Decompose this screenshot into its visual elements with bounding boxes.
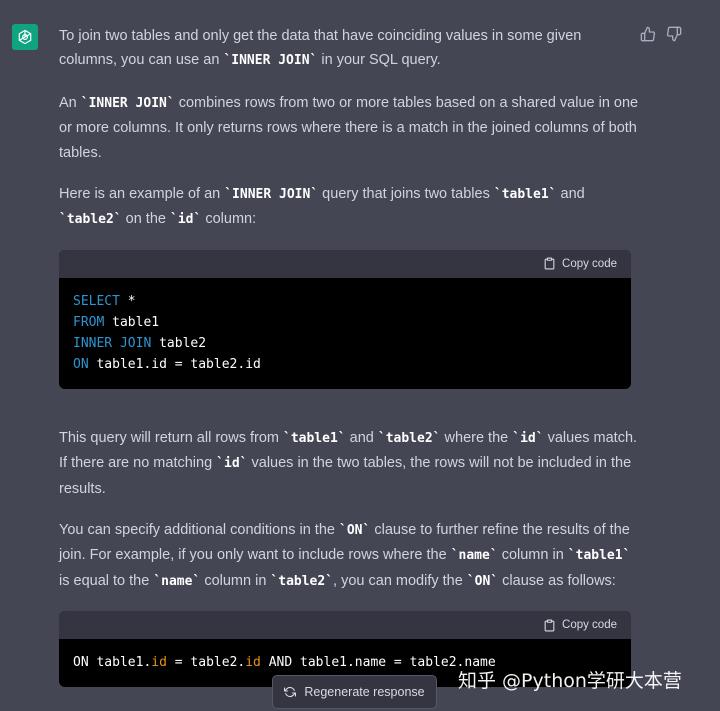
clipboard-icon [544, 619, 555, 632]
assistant-message: To join two tables and only get the data… [59, 24, 639, 711]
code-content: SELECT * FROM table1 INNER JOIN table2 ON t… [59, 278, 631, 389]
code-line: FROM table1 [73, 312, 617, 333]
inline-code: `table1` [283, 430, 346, 446]
copy-code-label: Copy code [562, 619, 617, 632]
code-line: SELECT * [73, 291, 617, 312]
inline-code: `table1` [493, 187, 557, 203]
message-paragraph: You can specify additional conditions in… [59, 522, 631, 589]
regenerate-response-button[interactable]: Regenerate response [272, 675, 437, 709]
chat-page: To join two tables and only get the data… [0, 0, 720, 711]
code-token-kw: INNER JOIN [73, 335, 152, 351]
code-line: INNER JOIN table2 [73, 333, 617, 354]
inline-code: `table2` [270, 573, 334, 589]
regenerate-label: Regenerate response [304, 685, 425, 699]
message-paragraph: To join two tables and only get the data… [59, 28, 582, 69]
refresh-icon [284, 686, 297, 698]
message-paragraphs-after: This query will return all rows from `ta… [59, 426, 639, 594]
code-block-1: Copy code SELECT * FROM table1 INNER JOIN … [59, 249, 631, 389]
inline-code: `id` [512, 430, 544, 446]
message-paragraph: Here is an example of an `INNER JOIN` qu… [59, 186, 585, 228]
code-token: table1.id = table2.id [88, 356, 261, 372]
message-paragraph: This query will return all rows from `ta… [59, 429, 638, 497]
inline-code: `INNER JOIN` [223, 53, 318, 69]
code-token-attr: id [151, 655, 167, 671]
inline-code: `id` [216, 456, 248, 472]
code-token: = table2. [166, 655, 246, 671]
inline-code: `INNER JOIN` [224, 187, 319, 203]
thumbs-up-icon[interactable] [640, 26, 656, 42]
copy-code-label: Copy code [562, 257, 617, 270]
thumbs-down-icon[interactable] [666, 26, 682, 42]
code-token-kw: ON [73, 356, 89, 372]
message-paragraph: An `INNER JOIN` combines rows from two o… [59, 94, 639, 161]
code-token: table1 [104, 314, 160, 330]
code-token-kw: FROM [73, 314, 105, 330]
code-token-attr: id [245, 655, 261, 671]
inline-code: `ON` [466, 573, 499, 589]
feedback-buttons [640, 26, 682, 42]
inline-code: `table2` [377, 430, 441, 446]
watermark: 知乎 @Python学研大本营 [458, 670, 682, 692]
copy-code-button[interactable]: Copy code [543, 252, 617, 276]
code-token: * [119, 293, 136, 309]
inline-code: `INNER JOIN` [80, 95, 175, 111]
code-token-kw: SELECT [73, 293, 120, 309]
clipboard-icon [544, 257, 555, 270]
openai-logo-icon [12, 24, 38, 50]
inline-code: `name` [153, 573, 201, 589]
inline-code: `id` [170, 212, 202, 228]
copy-code-button[interactable]: Copy code [543, 613, 617, 637]
inline-code: `name` [450, 548, 498, 564]
message-paragraphs-before: To join two tables and only get the data… [59, 24, 639, 233]
inline-code: `table1` [567, 548, 631, 564]
code-block-header: Copy code [59, 249, 631, 278]
inline-code: `ON` [339, 523, 371, 539]
code-token: ON table1. [73, 655, 152, 671]
code-block-header: Copy code [59, 611, 631, 640]
inline-code: `table2` [59, 212, 122, 228]
code-line: ON table1.id = table2.id [73, 354, 617, 375]
code-token: table2 [151, 335, 207, 351]
